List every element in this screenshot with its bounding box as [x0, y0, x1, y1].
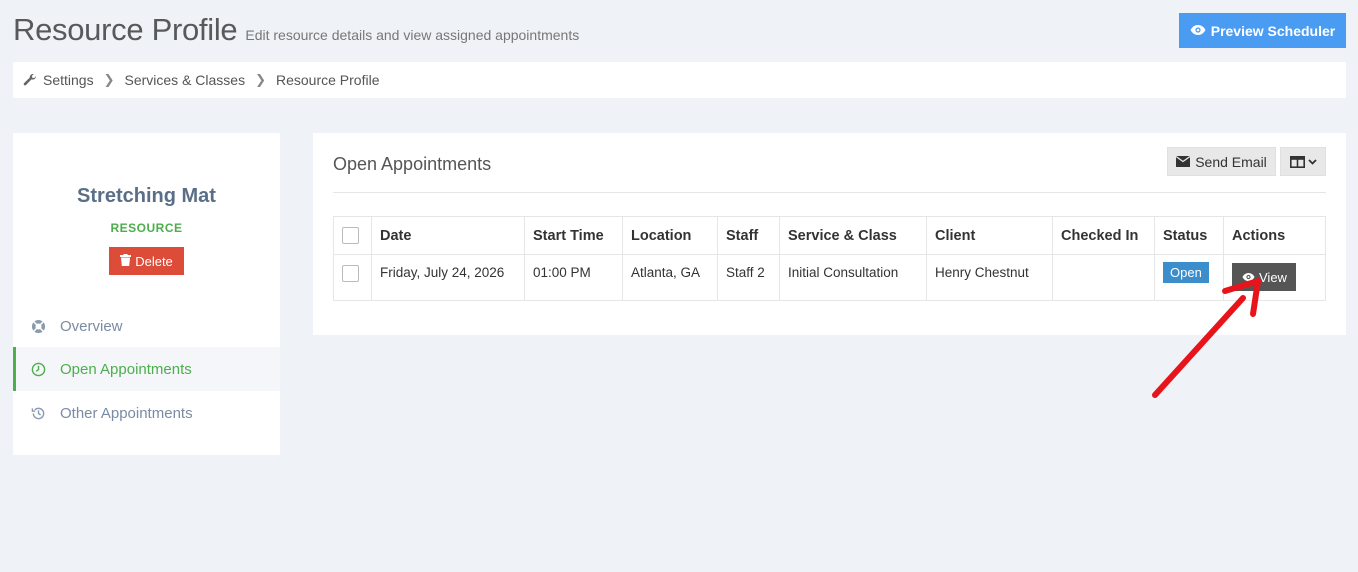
send-email-label: Send Email [1195, 153, 1267, 170]
eye-icon [1242, 272, 1255, 282]
column-header-location[interactable]: Location [622, 216, 718, 255]
delete-label: Delete [135, 253, 173, 269]
appointments-table: Date Start Time Location Staff Service &… [333, 216, 1326, 301]
panel-title: Open Appointments [333, 154, 492, 174]
column-header-checked-in[interactable]: Checked In [1052, 216, 1155, 255]
cell-start-time: 01:00 PM [524, 254, 623, 301]
cell-date: Friday, July 24, 2026 [371, 254, 525, 301]
cell-client: Henry Chestnut [926, 254, 1053, 301]
view-button[interactable]: View [1232, 263, 1296, 291]
panel-divider [333, 192, 1326, 193]
page-subtitle: Edit resource details and view assigned … [245, 27, 580, 43]
lifebuoy-icon [31, 319, 47, 334]
view-label: View [1259, 269, 1287, 285]
resource-type-label: RESOURCE [110, 221, 183, 235]
page-header: Resource Profile Edit resource details a… [13, 12, 579, 48]
row-select-cell [333, 254, 372, 301]
sidebar-item-other-appointments[interactable]: Other Appointments [13, 391, 280, 435]
cell-checked-in [1052, 254, 1155, 301]
envelope-icon [1176, 156, 1191, 167]
sidebar-item-overview[interactable]: Overview [13, 304, 280, 348]
select-all-checkbox[interactable] [342, 226, 359, 244]
resource-sidebar: Stretching Mat RESOURCE Delete Overview … [13, 133, 280, 455]
sidebar-item-open-appointments[interactable]: Open Appointments [13, 347, 280, 391]
page-title: Resource Profile [13, 12, 238, 47]
eye-icon [1190, 23, 1206, 39]
sidebar-item-label: Other Appointments [60, 404, 193, 422]
trash-icon [120, 253, 132, 269]
column-header-client[interactable]: Client [926, 216, 1053, 255]
open-appointments-panel: Open Appointments Send Email Date Start … [313, 133, 1346, 335]
breadcrumb-services-classes[interactable]: Services & Classes [125, 72, 246, 88]
column-header-service-class[interactable]: Service & Class [779, 216, 927, 255]
cell-service: Initial Consultation [779, 254, 927, 301]
sidebar-item-label: Open Appointments [60, 360, 192, 378]
chevron-right-icon: ❯ [255, 72, 266, 87]
wrench-icon [23, 73, 37, 87]
column-header-actions: Actions [1223, 216, 1326, 255]
cell-staff: Staff 2 [717, 254, 780, 301]
preview-scheduler-label: Preview Scheduler [1210, 22, 1336, 39]
chevron-down-icon [1307, 158, 1317, 165]
row-checkbox[interactable] [342, 265, 359, 282]
column-header-status[interactable]: Status [1154, 216, 1224, 255]
cell-status: Open [1154, 254, 1224, 301]
history-icon [31, 406, 47, 421]
columns-toggle-button[interactable] [1280, 147, 1326, 176]
table-row: Friday, July 24, 2026 01:00 PM Atlanta, … [333, 254, 1326, 301]
table-header-row: Date Start Time Location Staff Service &… [333, 216, 1326, 255]
column-header-staff[interactable]: Staff [717, 216, 780, 255]
sidebar-item-label: Overview [60, 317, 123, 335]
preview-scheduler-button[interactable]: Preview Scheduler [1179, 13, 1346, 48]
breadcrumb: Settings ❯ Services & Classes ❯ Resource… [13, 62, 1346, 98]
cell-location: Atlanta, GA [622, 254, 718, 301]
breadcrumb-resource-profile: Resource Profile [276, 72, 380, 88]
chevron-right-icon: ❯ [103, 72, 115, 87]
resource-name: Stretching Mat [77, 185, 216, 207]
column-header-date[interactable]: Date [371, 216, 525, 255]
send-email-button[interactable]: Send Email [1167, 147, 1276, 176]
breadcrumb-settings[interactable]: Settings [43, 72, 94, 88]
select-all-cell [333, 216, 372, 255]
columns-icon [1289, 155, 1305, 168]
column-header-start-time[interactable]: Start Time [524, 216, 623, 255]
status-badge: Open [1163, 262, 1209, 283]
clock-icon [31, 362, 47, 377]
delete-button[interactable]: Delete [109, 247, 184, 275]
cell-actions: View [1223, 254, 1326, 301]
